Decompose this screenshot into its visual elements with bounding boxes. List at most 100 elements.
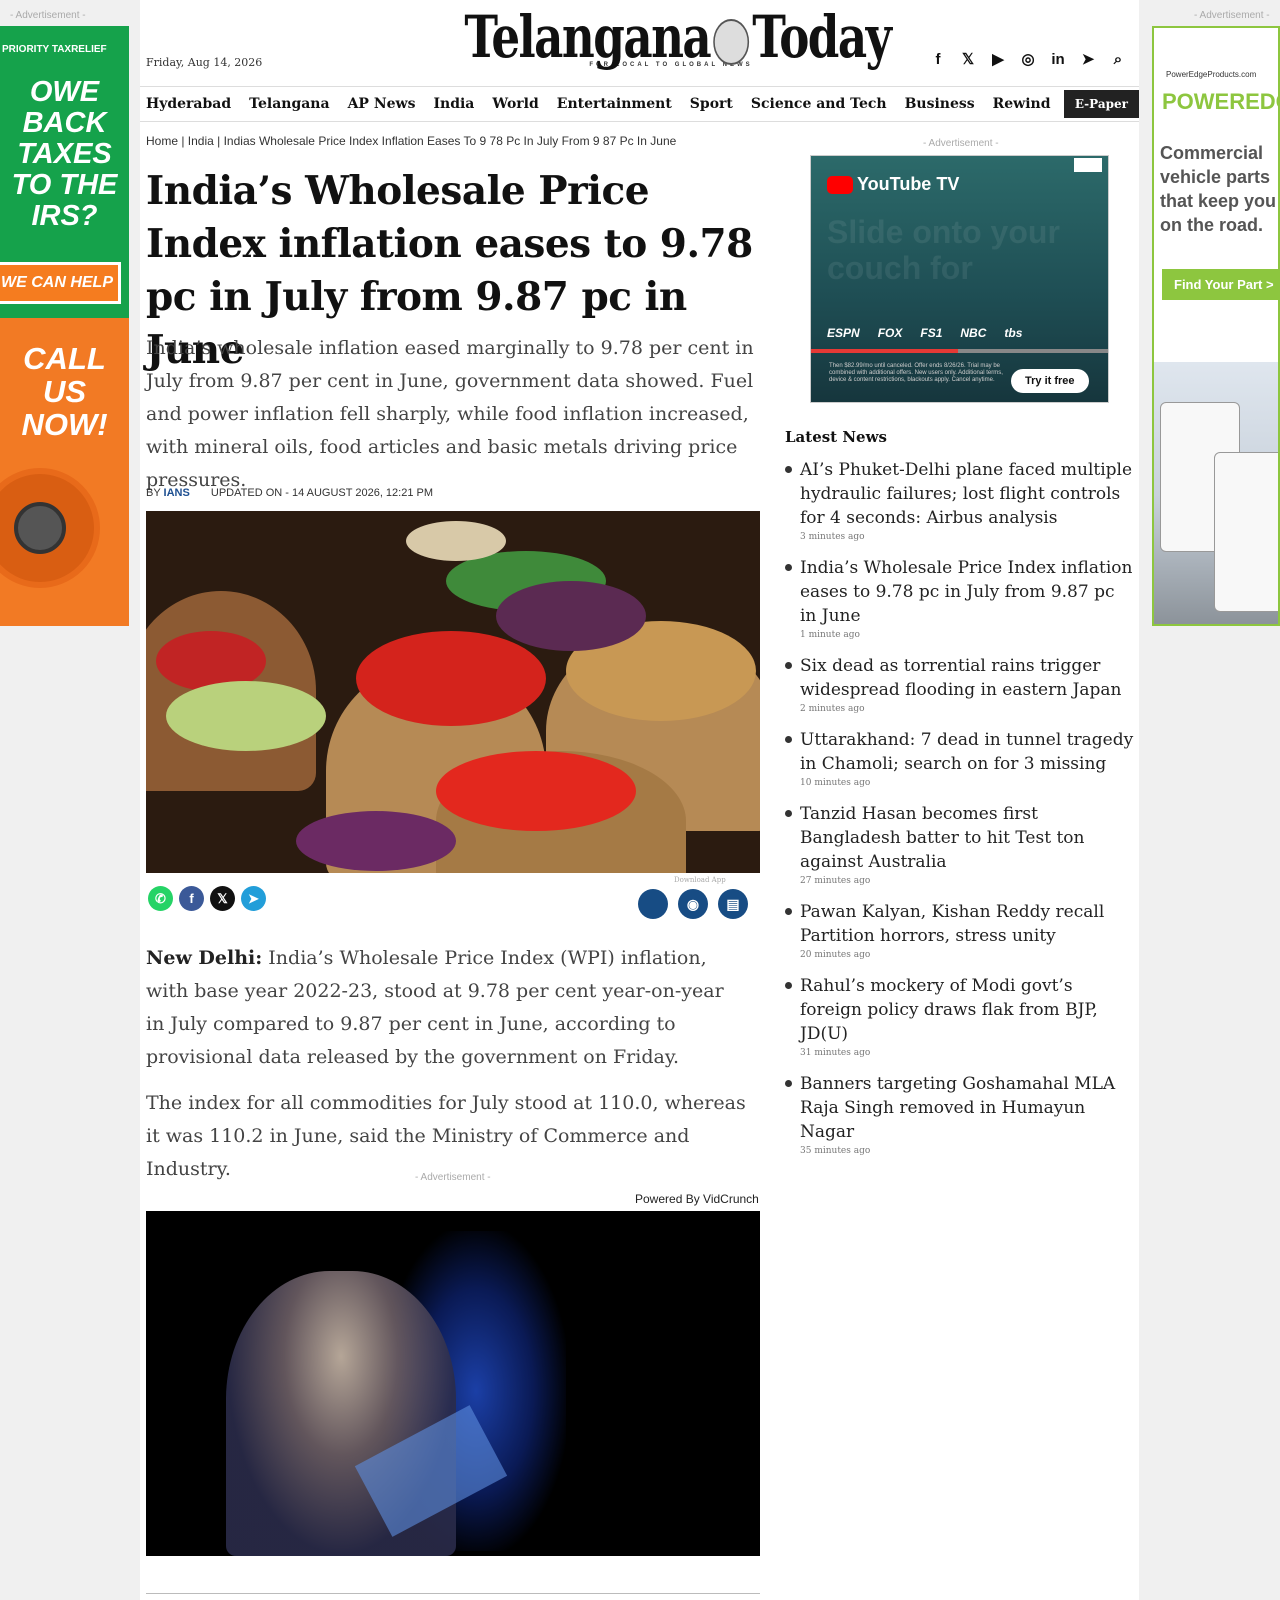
nav-item-rewind[interactable]: Rewind — [993, 96, 1051, 112]
find-part-button[interactable]: Find Your Part > — [1162, 269, 1278, 300]
app-download-links: ◉ ▤ — [638, 889, 748, 919]
news-headline[interactable]: Pawan Kalyan, Kishan Reddy recall Partit… — [800, 900, 1135, 948]
apple-icon[interactable] — [638, 889, 668, 919]
latest-news-title: Latest News — [785, 428, 887, 446]
left-side-ad[interactable]: PRIORITY TAXRELIEF OWE BACK TAXES TO THE… — [0, 26, 129, 626]
news-time: 1 minute ago — [800, 630, 860, 640]
ad-headline: OWE BACK TAXES TO THE IRS? — [11, 76, 118, 232]
divider — [146, 1593, 760, 1594]
news-time: 3 minutes ago — [800, 532, 865, 542]
nav-item-hyderabad[interactable]: Hyderabad — [146, 96, 231, 112]
nav-item-telangana[interactable]: Telangana — [249, 96, 329, 112]
list-item[interactable]: Six dead as torrential rains trigger wid… — [785, 654, 1135, 714]
ad-progress-bar — [811, 349, 1108, 353]
news-headline[interactable]: Rahul’s mockery of Modi govt’s foreign p… — [800, 974, 1135, 1046]
ad-call-text: CALL US NOW! — [21, 341, 108, 442]
nav-item-ap-news[interactable]: AP News — [348, 96, 416, 112]
article-paragraph: New Delhi: India’s Wholesale Price Index… — [146, 942, 746, 1074]
news-time: 20 minutes ago — [800, 950, 871, 960]
latest-news-list: AI’s Phuket-Delhi plane faced multiple h… — [785, 458, 1135, 1156]
breadcrumb[interactable]: Home | India | Indias Wholesale Price In… — [146, 134, 676, 148]
nav-item-sport[interactable]: Sport — [690, 96, 733, 112]
whatsapp-icon[interactable]: ✆ — [148, 886, 173, 911]
search-icon[interactable]: ⌕ — [1109, 50, 1127, 68]
network-logos: ESPN FOX FS1 NBC tbs — [827, 326, 1022, 340]
news-time: 2 minutes ago — [800, 704, 865, 714]
telephone-icon — [0, 468, 100, 588]
ad-brand: YouTube TV — [857, 174, 960, 194]
updated-date: UPDATED ON - 14 AUGUST 2026, 12:21 PM — [210, 487, 434, 499]
social-links: f 𝕏 ▶ ◎ in ➤ ⌕ — [929, 50, 1127, 69]
list-item[interactable]: AI’s Phuket-Delhi plane faced multiple h… — [785, 458, 1135, 542]
news-time: 27 minutes ago — [800, 876, 871, 886]
news-time: 35 minutes ago — [800, 1146, 871, 1156]
powered-by-label: Powered By VidCrunch — [635, 1192, 759, 1206]
network-logo: NBC — [960, 326, 987, 340]
advertisement-label: - Advertisement - — [1194, 10, 1270, 21]
current-date: Friday, Aug 14, 2026 — [146, 56, 263, 69]
masthead-left: Telangana — [464, 3, 711, 71]
dateline: New Delhi: — [146, 947, 263, 969]
news-time: 31 minutes ago — [800, 1048, 871, 1058]
byline: BY IANS UPDATED ON - 14 AUGUST 2026, 12:… — [146, 487, 433, 499]
adchoices-icon[interactable] — [1074, 158, 1102, 172]
network-logo: ESPN — [827, 326, 860, 340]
download-app-label: Download App — [674, 876, 726, 884]
list-item[interactable]: Banners targeting Goshamahal MLA Raja Si… — [785, 1072, 1135, 1156]
list-item[interactable]: Pawan Kalyan, Kishan Reddy recall Partit… — [785, 900, 1135, 960]
youtube-tv-ad[interactable]: YouTube TV Slide onto your couch for ESP… — [810, 155, 1109, 403]
telegram-icon[interactable]: ➤ — [1079, 50, 1097, 68]
ad-fine-print: Then $82.99/mo until canceled. Offer end… — [829, 363, 1003, 383]
ad-help-button[interactable]: WE CAN HELP — [0, 262, 121, 304]
x-share-icon[interactable]: 𝕏 — [210, 886, 235, 911]
list-item[interactable]: India’s Wholesale Price Index inflation … — [785, 556, 1135, 640]
masthead-right: Today — [752, 3, 892, 71]
news-headline[interactable]: Six dead as torrential rains trigger wid… — [800, 654, 1135, 702]
nav-item-india[interactable]: India — [433, 96, 474, 112]
telegram-share-icon[interactable]: ➤ — [241, 886, 266, 911]
nav-item-business[interactable]: Business — [905, 96, 975, 112]
list-item[interactable]: Tanzid Hasan becomes first Bangladesh ba… — [785, 802, 1135, 886]
advertisement-label: - Advertisement - — [10, 10, 86, 21]
news-headline[interactable]: Uttarakhand: 7 dead in tunnel tragedy in… — [800, 728, 1135, 776]
hero-image-vegetables — [146, 511, 760, 873]
news-headline[interactable]: Banners targeting Goshamahal MLA Raja Si… — [800, 1072, 1135, 1144]
youtube-icon[interactable]: ▶ — [989, 50, 1007, 68]
main-nav: Hyderabad Telangana AP News India World … — [140, 86, 1139, 122]
article-summary: India’s wholesale inflation eased margin… — [146, 337, 754, 491]
instagram-icon[interactable]: ◎ — [1019, 50, 1037, 68]
epaper-button[interactable]: E-Paper — [1063, 90, 1139, 118]
facebook-icon[interactable]: f — [929, 50, 947, 68]
trucks-image — [1154, 362, 1278, 624]
site-logo[interactable]: Telangana Today FOR LOCAL TO GLOBAL NEWS — [416, 3, 892, 71]
emblem-icon — [713, 19, 750, 65]
epaper-icon[interactable]: ▤ — [718, 889, 748, 919]
advertisement-label: - Advertisement - — [923, 138, 999, 149]
list-item[interactable]: Uttarakhand: 7 dead in tunnel tragedy in… — [785, 728, 1135, 788]
network-logo: FOX — [877, 326, 903, 340]
ad-logo: POWEREDGE — [1162, 89, 1278, 114]
nav-item-science-and-tech[interactable]: Science and Tech — [751, 96, 887, 112]
news-headline[interactable]: AI’s Phuket-Delhi plane faced multiple h… — [800, 458, 1135, 530]
nav-item-entertainment[interactable]: Entertainment — [557, 96, 672, 112]
ad-brand: PRIORITY TAXRELIEF — [2, 44, 107, 55]
right-side-ad[interactable]: PowerEdgeProducts.com POWEREDGE Commerci… — [1152, 26, 1280, 626]
list-item[interactable]: Rahul’s mockery of Modi govt’s foreign p… — [785, 974, 1135, 1058]
news-time: 10 minutes ago — [800, 778, 871, 788]
try-it-free-button[interactable]: Try it free — [1011, 369, 1089, 393]
network-logo: tbs — [1004, 326, 1023, 340]
news-headline[interactable]: India’s Wholesale Price Index inflation … — [800, 556, 1135, 628]
linkedin-icon[interactable]: in — [1049, 50, 1067, 68]
video-player[interactable] — [146, 1211, 760, 1556]
by-label: BY — [146, 487, 161, 499]
nav-item-world[interactable]: World — [492, 96, 538, 112]
facebook-share-icon[interactable]: f — [179, 886, 204, 911]
author-link[interactable]: IANS — [164, 487, 190, 499]
network-logo: FS1 — [920, 326, 943, 340]
news-headline[interactable]: Tanzid Hasan becomes first Bangladesh ba… — [800, 802, 1135, 874]
ad-site: PowerEdgeProducts.com — [1166, 70, 1257, 79]
x-icon[interactable]: 𝕏 — [959, 50, 977, 68]
ad-copy: Commercial vehicle parts that keep you o… — [1160, 143, 1277, 235]
advertisement-label: - Advertisement - — [415, 1172, 491, 1183]
android-icon[interactable]: ◉ — [678, 889, 708, 919]
